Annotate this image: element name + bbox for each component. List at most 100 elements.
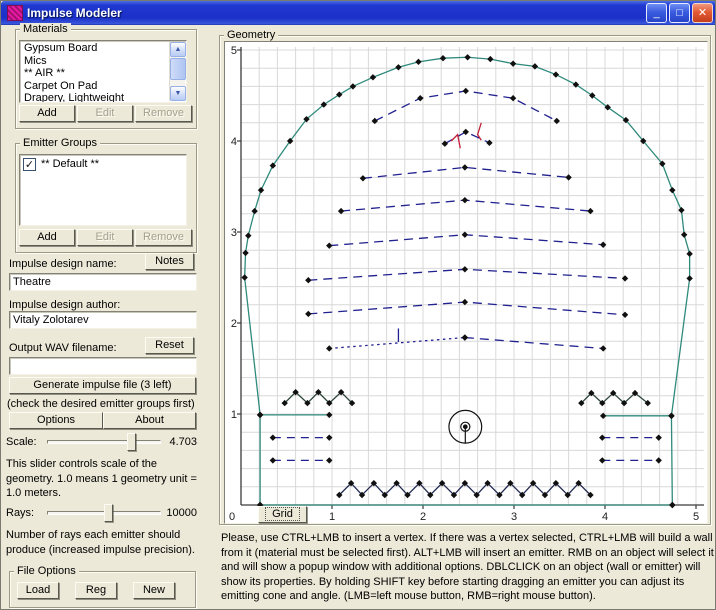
wall-vertex: [336, 91, 343, 98]
window-body: Materials Gypsum Board Mics ** AIR ** Carpe…: [1, 23, 715, 609]
material-item[interactable]: ** AIR **: [21, 67, 168, 80]
y-axis-label: 3: [231, 227, 237, 239]
wall-vertex: [415, 58, 422, 66]
wall-vertex: [461, 164, 469, 171]
wall-vertex: [686, 250, 693, 258]
wall-vertex: [241, 274, 248, 281]
about-button[interactable]: About: [103, 412, 196, 429]
grid-toggle-button[interactable]: Grid: [258, 506, 307, 523]
material-item[interactable]: Carpet On Pad: [21, 80, 168, 93]
minimize-button[interactable]: _: [646, 3, 667, 23]
wav-filename-input[interactable]: [9, 357, 197, 375]
wall-vertex: [669, 501, 676, 509]
emitter-groups-label: Emitter Groups: [20, 137, 100, 149]
wall-vertex: [655, 434, 662, 441]
wall-vertex: [305, 310, 312, 318]
materials-edit-button[interactable]: Edit: [77, 105, 133, 122]
window-title: Impulse Modeler: [27, 6, 122, 20]
materials-remove-button[interactable]: Remove: [135, 105, 192, 122]
generate-impulse-button[interactable]: Generate impulse file (3 left): [9, 377, 196, 394]
rays-slider-thumb[interactable]: [104, 504, 114, 522]
scale-slider-thumb[interactable]: [126, 433, 136, 451]
scale-description: This slider controls scale of the geomet…: [6, 458, 197, 499]
y-axis-label: 4: [231, 136, 237, 148]
wall-vertex: [269, 457, 277, 464]
wall-vertex: [464, 54, 471, 61]
wall-vertex: [678, 206, 685, 214]
x-axis-label: 3: [511, 511, 517, 523]
reg-button[interactable]: Reg: [75, 582, 117, 599]
scale-label: Scale:: [6, 436, 37, 448]
right-wall: [670, 415, 673, 506]
wall-vertex: [462, 87, 469, 95]
scale-value: 4.703: [169, 436, 197, 448]
rays-slider[interactable]: [47, 504, 161, 522]
wall-vertex: [359, 175, 367, 182]
load-button[interactable]: Load: [17, 582, 59, 599]
wall-vertex: [509, 95, 517, 102]
material-item[interactable]: Drapery, Lightweight: [21, 92, 168, 102]
file-options-label: File Options: [14, 565, 79, 577]
y-axis-label: 2: [231, 318, 237, 330]
wall-vertex: [509, 60, 517, 67]
x-axis-label: 1: [329, 511, 335, 523]
new-button[interactable]: New: [133, 582, 175, 599]
reset-button[interactable]: Reset: [145, 337, 194, 354]
emitter-groups-edit-button[interactable]: Edit: [77, 229, 133, 246]
rays-label: Rays:: [6, 507, 35, 519]
wall-vertex: [305, 277, 312, 284]
wall-vertex: [552, 71, 560, 78]
design-name-input[interactable]: Theatre: [9, 273, 197, 291]
seat-row-g: [308, 301, 626, 316]
y-axis-label: 5: [231, 45, 237, 57]
instructions-text: Please, use CTRL+LMB to insert a vertex.…: [221, 532, 714, 603]
x-axis-label: 4: [602, 511, 608, 523]
emitter-groups-remove-button[interactable]: Remove: [135, 229, 192, 246]
materials-list[interactable]: Gypsum Board Mics ** AIR ** Carpet On Pad Dr…: [19, 40, 187, 103]
y-axis-label: 1: [231, 409, 237, 421]
close-button[interactable]: ✕: [692, 3, 713, 23]
seat-row-a: [374, 90, 558, 122]
x-axis-label: 2: [420, 511, 426, 523]
seat-row-f: [308, 268, 626, 281]
scroll-up-icon[interactable]: ▲: [170, 42, 186, 57]
scale-slider[interactable]: [47, 433, 161, 451]
wall-vertex: [487, 55, 494, 63]
emitter-groups-add-button[interactable]: Add: [19, 229, 75, 246]
geometry-label: Geometry: [224, 29, 279, 41]
design-name-label: Impulse design name:: [9, 258, 117, 270]
title-bar: Impulse Modeler _ □ ✕: [1, 1, 715, 25]
scrollbar-thumb[interactable]: [170, 58, 186, 80]
geometry-plot[interactable]: 1 2 3 4 5 0 1 2 3 4 5: [225, 42, 707, 523]
default-group-checkbox[interactable]: ✓: [23, 158, 36, 171]
wall-vertex: [395, 64, 402, 71]
wall-vertex: [269, 434, 277, 441]
maximize-button[interactable]: □: [669, 3, 690, 23]
material-item[interactable]: Mics: [21, 55, 168, 68]
wall-vertex: [256, 411, 264, 419]
material-item[interactable]: Gypsum Board: [21, 42, 168, 55]
default-group-label[interactable]: ** Default **: [41, 158, 99, 170]
geometry-canvas[interactable]: 1 2 3 4 5 0 1 2 3 4 5: [224, 41, 708, 524]
grid-toggle-label: Grid: [265, 507, 300, 521]
wall-vertex: [461, 334, 469, 341]
materials-scrollbar[interactable]: ▲ ▼: [169, 42, 186, 101]
wall-vertex: [686, 275, 693, 282]
x-axis-label: 0: [229, 511, 235, 523]
notes-button[interactable]: Notes: [145, 253, 194, 270]
options-button[interactable]: Options: [9, 412, 103, 429]
scroll-down-icon[interactable]: ▼: [170, 86, 186, 101]
materials-group-label: Materials: [20, 23, 71, 35]
seat-row-h-left: [329, 336, 465, 350]
impulse-modeler-window: Impulse Modeler _ □ ✕ Materials Gypsum B…: [0, 0, 716, 610]
emitter-groups-list[interactable]: ✓ ** Default **: [19, 154, 187, 226]
wall-vertex: [369, 74, 377, 81]
app-icon: [7, 5, 23, 21]
generate-hint: (check the desired emitter groups first): [7, 398, 195, 410]
design-author-label: Impulse design author:: [9, 299, 121, 311]
rays-description: Number of rays each emitter should produ…: [6, 529, 195, 556]
wav-filename-label: Output WAV filename:: [9, 342, 117, 354]
materials-add-button[interactable]: Add: [19, 105, 75, 122]
wall-vertex: [655, 457, 662, 464]
design-author-input[interactable]: Vitaly Zolotarev: [9, 311, 197, 329]
